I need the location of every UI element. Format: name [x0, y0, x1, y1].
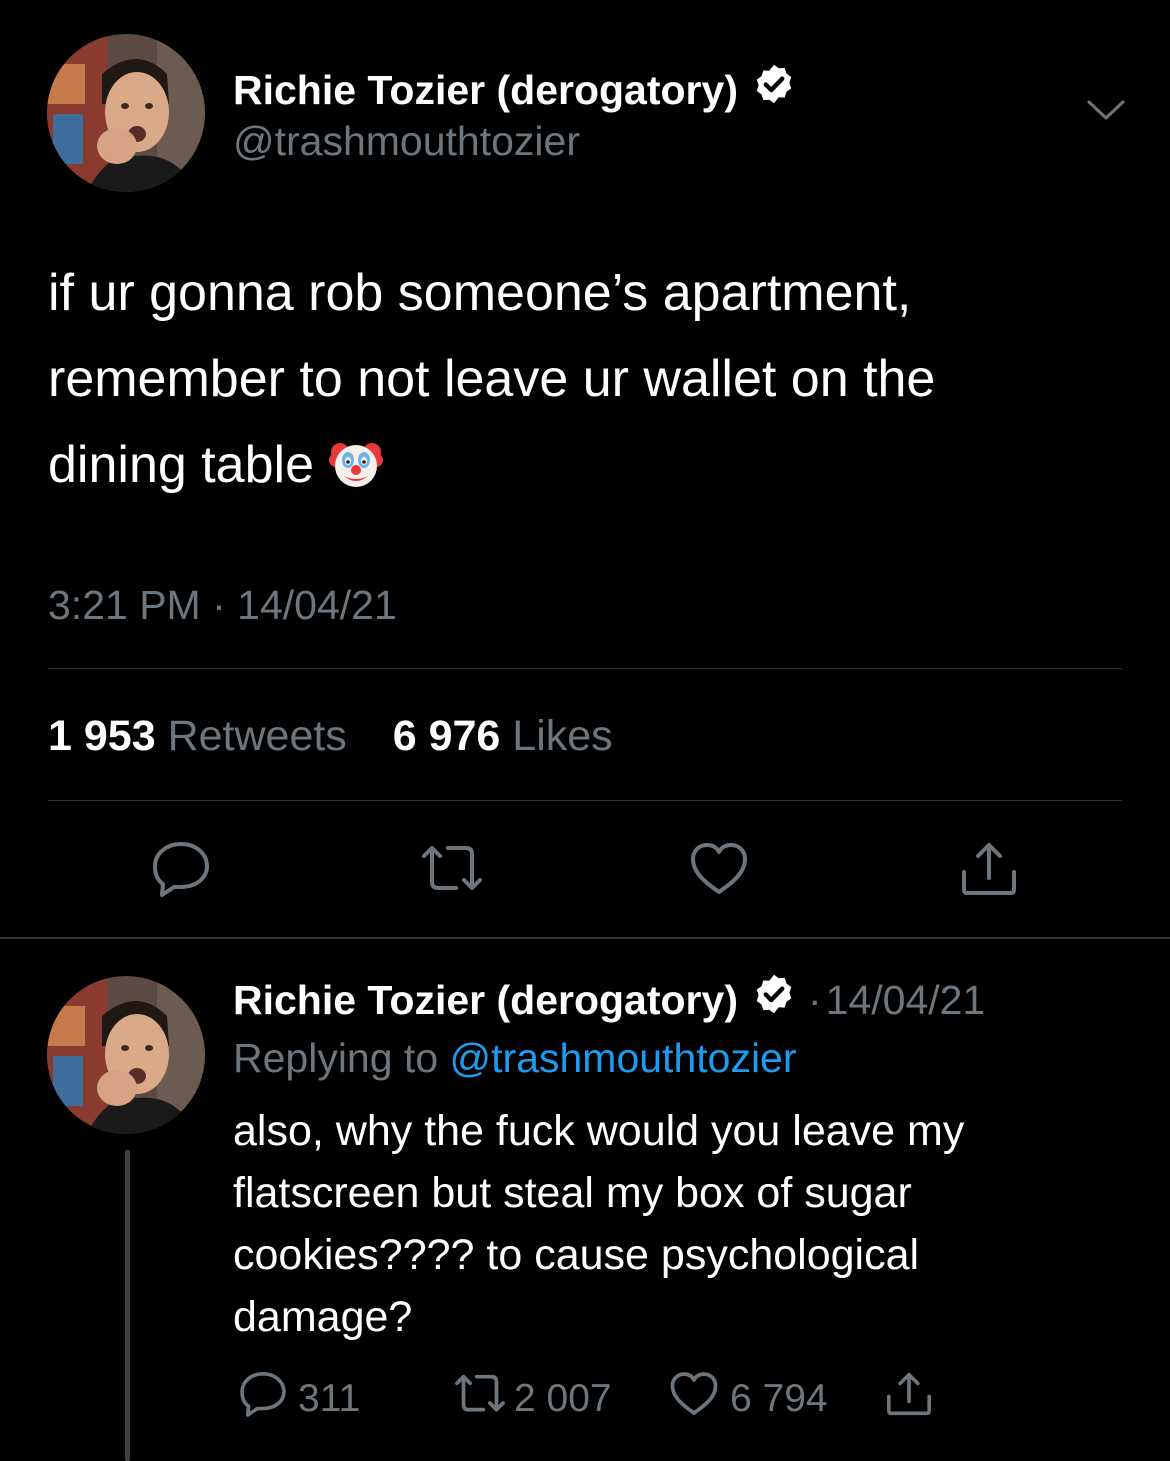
- retweets-count[interactable]: 1 953: [48, 712, 156, 760]
- thread-line: [125, 1150, 130, 1461]
- replying-to: Replying to @trashmouthtozier: [233, 1033, 797, 1083]
- like-icon: [668, 1370, 720, 1428]
- avatar[interactable]: [47, 34, 205, 192]
- replying-prefix: Replying to: [233, 1035, 439, 1081]
- like-count: 6 794: [730, 1377, 828, 1420]
- tweet-time: 3:21 PM: [48, 582, 201, 628]
- reply-button[interactable]: 311: [238, 1370, 360, 1428]
- reply-date[interactable]: 14/04/21: [826, 975, 986, 1025]
- handle[interactable]: @trashmouthtozier: [233, 116, 580, 166]
- divider: [48, 668, 1122, 669]
- reply-text-line: also, why the fuck would you leave my: [233, 1107, 965, 1155]
- reply-icon: [238, 1370, 288, 1428]
- likes-count[interactable]: 6 976: [393, 712, 501, 760]
- retweet-button[interactable]: 2 007: [452, 1370, 612, 1428]
- reply-avatar[interactable]: [47, 976, 205, 1134]
- reply-text-line: damage?: [233, 1293, 413, 1341]
- retweet-count: 2 007: [514, 1377, 612, 1420]
- display-name[interactable]: Richie Tozier (derogatory): [233, 62, 796, 117]
- retweet-icon[interactable]: [418, 840, 486, 903]
- clown-face-icon: [328, 432, 384, 518]
- display-name-text[interactable]: Richie Tozier (derogatory): [233, 65, 738, 115]
- reply-header: Richie Tozier (derogatory) · 14/04/21: [233, 972, 985, 1027]
- tweet-text-line-last: dining table: [48, 422, 1138, 518]
- section-divider: [0, 937, 1170, 939]
- timestamp-separator: ·: [212, 582, 226, 628]
- tweet-text: if ur gonna rob someone’s apartment, rem…: [48, 250, 1138, 518]
- retweets-label[interactable]: Retweets: [168, 712, 347, 760]
- verified-badge-icon: [752, 62, 796, 117]
- tweet-text-segment: dining table: [48, 436, 314, 494]
- tweet-date: 14/04/21: [237, 582, 397, 628]
- likes-label[interactable]: Likes: [512, 712, 612, 760]
- header-separator: ·: [807, 976, 822, 1023]
- tweet-timestamp[interactable]: 3:21 PM · 14/04/21: [48, 580, 397, 630]
- reply-display-name[interactable]: Richie Tozier (derogatory): [233, 975, 738, 1025]
- tweet-text-line: remember to not leave ur wallet on the: [48, 350, 936, 408]
- verified-badge-icon: [752, 972, 796, 1027]
- reply-count: 311: [298, 1377, 361, 1420]
- share-button[interactable]: [884, 1370, 934, 1428]
- chevron-down-icon[interactable]: [1086, 98, 1126, 129]
- reply-icon[interactable]: [150, 840, 212, 903]
- retweet-icon: [452, 1370, 508, 1428]
- reply-text-line: flatscreen but steal my box of sugar: [233, 1169, 912, 1217]
- like-button[interactable]: 6 794: [668, 1370, 828, 1428]
- like-icon[interactable]: [688, 840, 750, 903]
- share-icon: [884, 1370, 934, 1428]
- divider: [48, 800, 1122, 801]
- reply-text: also, why the fuck would you leave my fl…: [233, 1100, 1133, 1348]
- replying-mention-link[interactable]: @trashmouthtozier: [450, 1035, 797, 1081]
- share-icon[interactable]: [958, 840, 1020, 903]
- tweet-text-line: if ur gonna rob someone’s apartment,: [48, 264, 912, 322]
- reply-text-line: cookies???? to cause psychological: [233, 1231, 920, 1279]
- tweet-stats: 1 953 Retweets 6 976 Likes: [48, 710, 613, 762]
